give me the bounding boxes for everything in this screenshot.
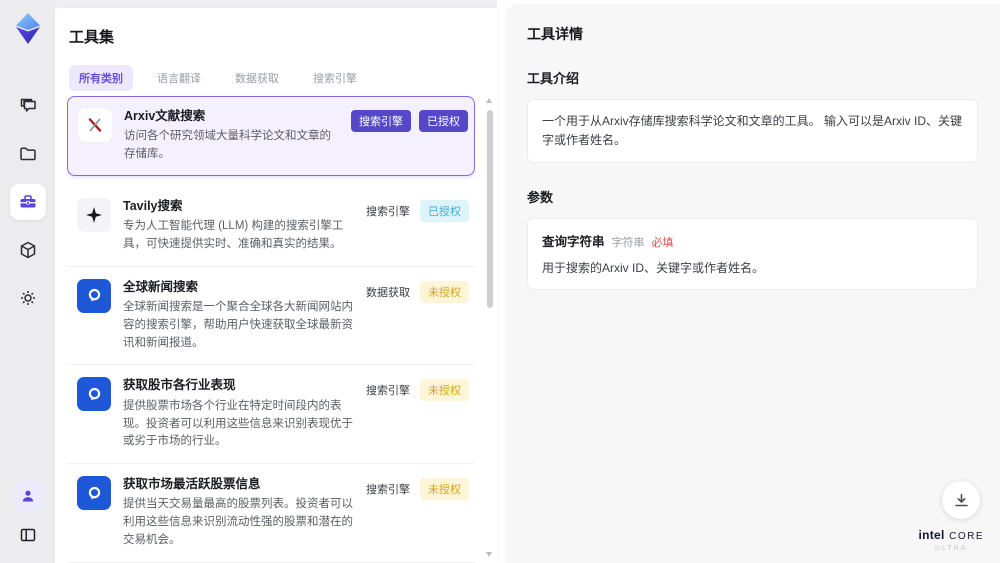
category-label: 搜索引擎 — [366, 205, 410, 218]
tab-all-categories[interactable]: 所有类别 — [69, 65, 133, 91]
category-badge: 搜索引擎 — [351, 110, 411, 132]
top-strip — [55, 0, 497, 8]
intel-wordmark: intel — [918, 527, 945, 542]
tab-data-fetch[interactable]: 数据获取 — [225, 65, 289, 91]
scrollbar-thumb[interactable] — [486, 110, 493, 308]
auth-badge: 未授权 — [420, 478, 469, 501]
tool-item-arxiv[interactable]: Arxiv文献搜索 访问各个研究领域大量科学论文和文章的存储库。 搜索引擎 已授… — [67, 96, 475, 176]
tool-detail-panel: 工具详情 工具介绍 一个用于从Arxiv存储库搜索科学论文和文章的工具。 输入可… — [505, 4, 1000, 563]
scrollbar-up-arrow[interactable] — [486, 98, 492, 103]
cube-icon[interactable] — [10, 232, 46, 268]
intro-heading: 工具介绍 — [527, 71, 580, 86]
tab-search-engine[interactable]: 搜索引擎 — [303, 65, 367, 91]
active-stocks-icon — [77, 476, 111, 511]
user-icon[interactable] — [12, 481, 43, 511]
sidebar-nav — [9, 88, 46, 316]
tool-name: Arxiv文献搜索 — [124, 109, 206, 123]
auth-badge: 未授权 — [420, 379, 469, 402]
tool-name: 获取市场最活跃股票信息 — [123, 477, 261, 492]
sidebar — [0, 0, 55, 563]
auth-badge: 未授权 — [420, 280, 469, 303]
tool-list: Arxiv文献搜索 访问各个研究领域大量科学论文和文章的存储库。 搜索引擎 已授… — [67, 96, 475, 563]
tool-item-global-news[interactable]: 全球新闻搜索 全球新闻搜索是一个聚合全球各大新闻网站内容的搜索引擎，帮助用户快速… — [67, 266, 475, 366]
list-scrollbar[interactable] — [486, 96, 493, 559]
tool-name: 全球新闻搜索 — [123, 279, 199, 294]
tool-item-active-stocks[interactable]: 获取市场最活跃股票信息 提供当天交易量最高的股票列表。投资者可以利用这些信息来识… — [67, 464, 475, 563]
news-search-icon — [77, 278, 111, 313]
tool-desc: 访问各个研究领域大量科学论文和文章的存储库。 — [124, 130, 331, 161]
tool-desc: 全球新闻搜索是一个聚合全球各大新闻网站内容的搜索引擎，帮助用户快速获取全球最新资… — [123, 301, 353, 349]
auth-badge: 已授权 — [419, 110, 468, 132]
tool-desc: 专为人工智能代理 (LLM) 构建的搜索引擎工具，可快速提供实时、准确和真实的结… — [123, 220, 344, 250]
chat-icon[interactable] — [10, 88, 46, 124]
intro-box: 一个用于从Arxiv存储库搜索科学论文和文章的工具。 输入可以是Arxiv ID… — [527, 99, 978, 164]
category-label: 数据获取 — [366, 286, 410, 299]
tool-list-panel: 工具集 所有类别 语言翻译 数据获取 搜索引擎 Arxiv文献搜索 访问各个研究… — [55, 8, 497, 563]
gear-icon[interactable] — [10, 280, 46, 316]
param-desc: 用于搜索的Arxiv ID、关键字或作者姓名。 — [542, 261, 765, 276]
tool-desc: 提供当天交易量最高的股票列表。投资者可以利用这些信息来识别流动性强的股票和潜在的… — [123, 498, 353, 546]
core-wordmark: CORE — [949, 530, 984, 542]
param-box: 查询字符串 字符串 必填 用于搜索的Arxiv ID、关键字或作者姓名。 — [527, 218, 978, 291]
toolbox-icon[interactable] — [9, 184, 46, 220]
tool-name: Tavily搜索 — [123, 198, 183, 213]
tab-language-translation[interactable]: 语言翻译 — [147, 65, 211, 91]
app-logo — [11, 10, 45, 46]
intel-core-logo: intel CORE ULTRA — [918, 526, 984, 553]
category-tabs: 所有类别 语言翻译 数据获取 搜索引擎 — [69, 65, 487, 91]
param-required-badge: 必填 — [651, 237, 674, 250]
tool-item-tavily[interactable]: Tavily搜索 专为人工智能代理 (LLM) 构建的搜索引擎工具，可快速提供实… — [67, 185, 475, 267]
arxiv-icon — [78, 108, 112, 142]
page-title: 工具集 — [69, 29, 115, 46]
auth-badge: 已授权 — [420, 199, 469, 222]
tool-item-stock-sector[interactable]: 获取股市各行业表现 提供股票市场各个行业在特定时间段内的表现。投资者可以利用这些… — [67, 365, 475, 465]
tool-desc: 提供股票市场各个行业在特定时间段内的表现。投资者可以利用这些信息来识别表现优于或… — [123, 399, 353, 448]
ultra-wordmark: ULTRA — [935, 545, 968, 553]
category-label: 搜索引擎 — [366, 385, 410, 398]
download-button[interactable] — [942, 481, 980, 519]
tool-name: 获取股市各行业表现 — [123, 378, 236, 393]
tavily-icon — [77, 197, 111, 232]
sidebar-bottom — [10, 481, 46, 549]
intro-text: 一个用于从Arxiv存储库搜索科学论文和文章的工具。 输入可以是Arxiv ID… — [542, 114, 963, 148]
stock-sector-icon — [77, 377, 111, 412]
detail-title: 工具详情 — [527, 26, 583, 42]
folder-icon[interactable] — [10, 136, 46, 172]
param-name: 查询字符串 — [542, 235, 605, 250]
panel-toggle-icon[interactable] — [10, 521, 46, 549]
category-label: 搜索引擎 — [366, 484, 410, 497]
param-type: 字符串 — [611, 237, 645, 250]
params-heading: 参数 — [527, 190, 554, 206]
app-window: 工具集 所有类别 语言翻译 数据获取 搜索引擎 Arxiv文献搜索 访问各个研究… — [0, 0, 1000, 563]
scrollbar-down-arrow[interactable] — [486, 552, 492, 557]
